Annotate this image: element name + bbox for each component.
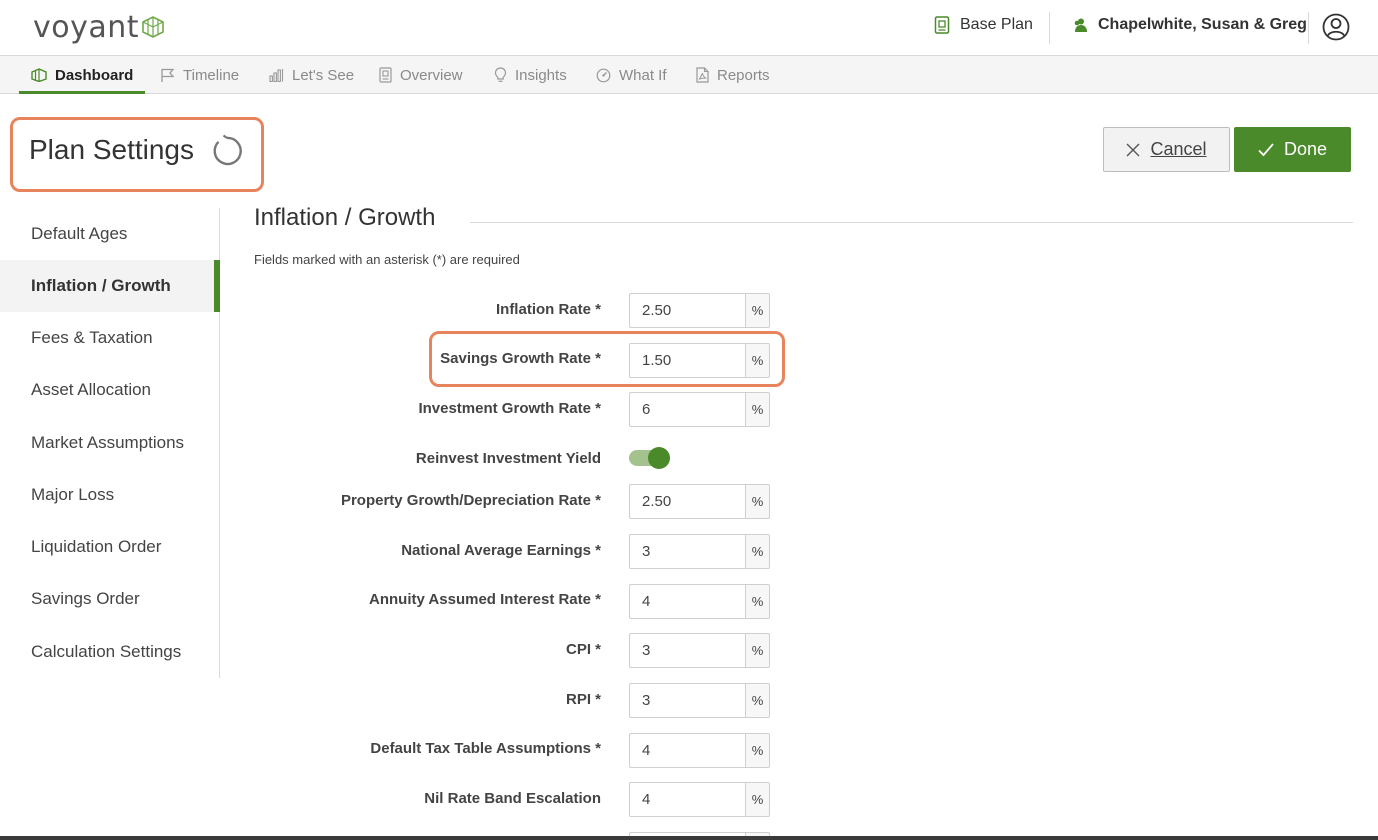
- lightbulb-icon: [494, 67, 507, 82]
- percent-unit: %: [745, 782, 770, 817]
- document-icon: [379, 67, 392, 83]
- savings-growth-rate-field: %: [629, 343, 770, 378]
- header-divider: [1308, 12, 1309, 44]
- percent-unit: %: [745, 584, 770, 619]
- check-icon: [1258, 142, 1274, 156]
- inflation-rate-field: %: [629, 293, 770, 328]
- done-button-label: Done: [1283, 139, 1328, 159]
- percent-unit: %: [745, 392, 770, 427]
- tab-what-if[interactable]: What If: [596, 56, 667, 94]
- rpi-input[interactable]: [629, 683, 745, 718]
- percent-unit: %: [745, 293, 770, 328]
- sidebar-item-asset-allocation[interactable]: Asset Allocation: [0, 364, 219, 416]
- tab-insights-label: Insights: [515, 66, 567, 84]
- rpi-label: RPI *: [565, 691, 601, 708]
- tab-lets-see[interactable]: Let's See: [269, 56, 354, 94]
- gauge-icon: [596, 68, 611, 82]
- sidebar-item-fees-taxation[interactable]: Fees & Taxation: [0, 312, 219, 364]
- base-plan-selector[interactable]: Base Plan: [934, 16, 1033, 34]
- sidebar-item-liquidation-order[interactable]: Liquidation Order: [0, 521, 219, 573]
- done-button[interactable]: Done: [1234, 127, 1351, 172]
- tab-insights[interactable]: Insights: [494, 56, 567, 94]
- required-fields-note: Fields marked with an asterisk (*) are r…: [254, 252, 520, 267]
- settings-sidebar: Default Ages Inflation / Growth Fees & T…: [0, 208, 220, 678]
- reinvest-yield-label: Reinvest Investment Yield: [415, 450, 601, 467]
- section-divider: [470, 222, 1353, 223]
- nil-rate-band-input[interactable]: [629, 782, 745, 817]
- annuity-interest-rate-label: Annuity Assumed Interest Rate *: [369, 591, 601, 608]
- pdf-icon: [696, 67, 709, 83]
- default-tax-table-field: %: [629, 733, 770, 768]
- tab-dashboard[interactable]: Dashboard: [18, 56, 146, 94]
- savings-growth-rate-label: Savings Growth Rate *: [440, 350, 601, 367]
- dashboard-icon: [31, 68, 47, 82]
- annuity-interest-rate-field: %: [629, 584, 770, 619]
- sidebar-item-calculation-settings[interactable]: Calculation Settings: [0, 626, 219, 678]
- bar-chart-icon: [269, 69, 284, 82]
- percent-unit: %: [745, 343, 770, 378]
- percent-unit: %: [745, 633, 770, 668]
- sidebar-item-market-assumptions[interactable]: Market Assumptions: [0, 417, 219, 469]
- inflation-rate-label: Inflation Rate *: [495, 301, 601, 318]
- window-bottom-edge: [0, 836, 1378, 840]
- cpi-field: %: [629, 633, 770, 668]
- cpi-label: CPI *: [565, 641, 601, 658]
- inflation-rate-input[interactable]: [629, 293, 745, 328]
- client-name: Chapelwhite, Susan & Greg: [1098, 16, 1307, 33]
- national-average-earnings-label: National Average Earnings *: [401, 542, 601, 559]
- nil-rate-band-label: Nil Rate Band Escalation: [424, 790, 601, 807]
- national-average-earnings-input[interactable]: [629, 534, 745, 569]
- tab-what-if-label: What If: [619, 66, 667, 84]
- header-divider: [1049, 12, 1050, 44]
- investment-growth-rate-field: %: [629, 392, 770, 427]
- close-icon: [1126, 143, 1140, 156]
- annuity-interest-rate-input[interactable]: [629, 584, 745, 619]
- property-growth-input[interactable]: [629, 484, 745, 519]
- default-tax-table-label: Default Tax Table Assumptions *: [370, 740, 601, 757]
- flag-icon: [161, 68, 175, 82]
- tab-reports-label: Reports: [717, 66, 770, 84]
- percent-unit: %: [745, 733, 770, 768]
- client-selector[interactable]: Chapelwhite, Susan & Greg: [1072, 16, 1307, 34]
- sidebar-item-default-ages[interactable]: Default Ages: [0, 208, 219, 260]
- tab-timeline-label: Timeline: [183, 66, 240, 84]
- sidebar-item-major-loss[interactable]: Major Loss: [0, 469, 219, 521]
- page-title: Plan Settings: [29, 134, 194, 165]
- percent-unit: %: [745, 683, 770, 718]
- tab-lets-see-label: Let's See: [292, 66, 355, 84]
- cpi-input[interactable]: [629, 633, 745, 668]
- nil-rate-band-field: %: [629, 782, 770, 817]
- voyant-logo[interactable]: voyant: [33, 10, 139, 45]
- sidebar-item-inflation-growth[interactable]: Inflation / Growth: [0, 260, 220, 312]
- base-plan-label: Base Plan: [960, 16, 1033, 33]
- reinvest-yield-toggle[interactable]: [629, 447, 671, 469]
- investment-growth-rate-label: Investment Growth Rate *: [418, 400, 601, 417]
- clients-icon: [1074, 18, 1087, 32]
- cancel-button[interactable]: Cancel: [1103, 127, 1230, 172]
- main-nav: Dashboard Timeline Let's See Overview In…: [0, 56, 1378, 94]
- property-growth-label: Property Growth/Depreciation Rate *: [340, 492, 601, 509]
- percent-unit: %: [745, 534, 770, 569]
- section-title: Inflation / Growth: [254, 204, 436, 231]
- property-growth-field: %: [629, 484, 770, 519]
- tab-reports[interactable]: Reports: [696, 56, 770, 94]
- tab-overview-label: Overview: [400, 66, 463, 84]
- logo-mark-icon: [142, 16, 164, 38]
- account-icon[interactable]: [1322, 13, 1350, 41]
- investment-growth-rate-input[interactable]: [629, 392, 745, 427]
- tab-dashboard-label: Dashboard: [55, 66, 134, 84]
- national-average-earnings-field: %: [629, 534, 770, 569]
- percent-unit: %: [745, 484, 770, 519]
- top-header: voyant Base Plan Chapelwhite, Susan & Gr…: [0, 0, 1378, 56]
- tab-overview[interactable]: Overview: [379, 56, 463, 94]
- reset-icon[interactable]: [209, 134, 245, 168]
- cancel-button-label: Cancel: [1150, 139, 1207, 159]
- tab-timeline[interactable]: Timeline: [160, 56, 239, 94]
- rpi-field: %: [629, 683, 770, 718]
- sidebar-item-savings-order[interactable]: Savings Order: [0, 573, 219, 625]
- plan-document-icon: [934, 16, 950, 34]
- default-tax-table-input[interactable]: [629, 733, 745, 768]
- savings-growth-rate-input[interactable]: [629, 343, 745, 378]
- toggle-knob: [648, 447, 670, 469]
